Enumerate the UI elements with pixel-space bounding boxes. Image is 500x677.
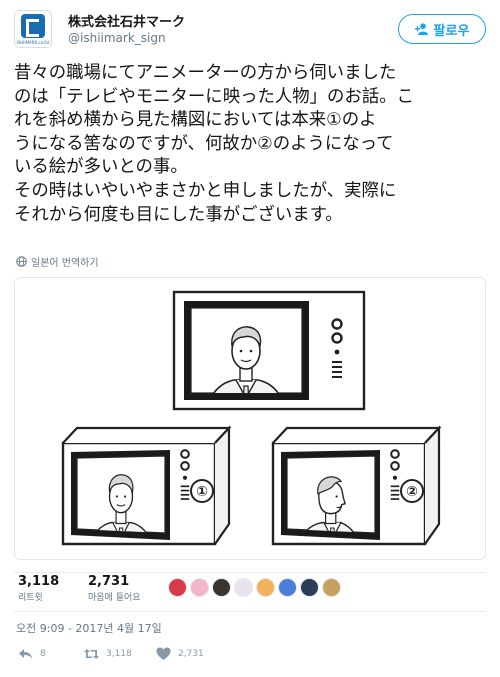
label-two: ② [406, 484, 418, 500]
liker-avatar[interactable] [212, 578, 231, 597]
user-handle[interactable]: @ishiimark_sign [68, 31, 166, 45]
retweet-stat[interactable]: 3,118 리트윗 [18, 574, 59, 603]
company-logo [21, 14, 45, 38]
tweet-stats: 3,118 리트윗 2,731 마음에 들어요 [14, 572, 486, 612]
avatar[interactable]: ISHIIMARK.co.ltd [14, 10, 52, 48]
tv-illustration: ① ② [61, 290, 442, 546]
tv-angled-1: ① [61, 425, 232, 546]
add-user-icon [414, 23, 428, 35]
tweet-text: 昔々の職場にてアニメーターの方から伺いました のは「テレビやモニターに映った人物… [14, 62, 490, 227]
translate-label: 일본어 번역하기 [31, 258, 99, 269]
tweet-line: 昔々の職場にてアニメーターの方から伺いました [14, 63, 397, 83]
retweet-count: 3,118 [18, 574, 60, 589]
translate-link[interactable]: 일본어 번역하기 [16, 254, 99, 269]
liker-avatars [168, 578, 341, 597]
likes-count: 2,731 [88, 574, 130, 589]
like-action-count: 2,731 [178, 649, 204, 659]
liker-avatar[interactable] [190, 578, 209, 597]
tweet-line: うになる筈なのですが、何故か②のようになって [14, 133, 394, 154]
like-button[interactable]: 2,731 [156, 647, 204, 661]
follow-button[interactable]: 팔로우 [398, 14, 486, 44]
liker-avatar[interactable] [168, 578, 187, 597]
follow-button-label: 팔로우 [433, 23, 470, 39]
likes-label: 마음에 들어요 [88, 593, 141, 603]
tweet-line: のは「テレビやモニターに映った人物」のお話。こ [14, 86, 414, 107]
tweet-line: いる絵が多いとの事。 [14, 157, 188, 178]
likes-stat[interactable]: 2,731 마음에 들어요 [88, 574, 141, 603]
retweet-label: 리트윗 [18, 593, 43, 603]
retweet-icon [84, 649, 99, 659]
retweet-button[interactable]: 3,118 [84, 647, 132, 661]
retweet-action-count: 3,118 [106, 649, 132, 659]
tweet-header: ISHIIMARK.co.ltd 株式会社石井マーク @ishiimark_si… [14, 10, 486, 50]
label-one: ① [196, 484, 208, 500]
tweet-line: その時はいやいやまさかと申しましたが、実際に [14, 180, 397, 201]
display-name[interactable]: 株式会社石井マーク [68, 11, 185, 30]
heart-icon [156, 647, 171, 660]
tv-angled-2: ② [271, 425, 442, 546]
reply-button[interactable]: 8 [18, 647, 46, 661]
liker-avatar[interactable] [322, 578, 341, 597]
tweet-timestamp[interactable]: 오전 9:09 - 2017년 4월 17일 [16, 620, 162, 636]
globe-icon [16, 256, 27, 267]
liker-avatar[interactable] [234, 578, 253, 597]
tweet-line: それから何度も目にした事がございます。 [14, 204, 343, 225]
reply-count: 8 [40, 649, 46, 659]
liker-avatar[interactable] [300, 578, 319, 597]
tv-front [172, 290, 366, 411]
liker-avatar[interactable] [256, 578, 275, 597]
tweet-line: れを斜め横から見た構図においては本来①のよ [14, 110, 377, 131]
action-bar: 8 3,118 2,731 [18, 647, 318, 665]
liker-avatar[interactable] [278, 578, 297, 597]
avatar-caption: ISHIIMARK.co.ltd [16, 40, 50, 45]
tweet-image[interactable]: ① ② [14, 277, 486, 560]
reply-icon [19, 649, 32, 659]
